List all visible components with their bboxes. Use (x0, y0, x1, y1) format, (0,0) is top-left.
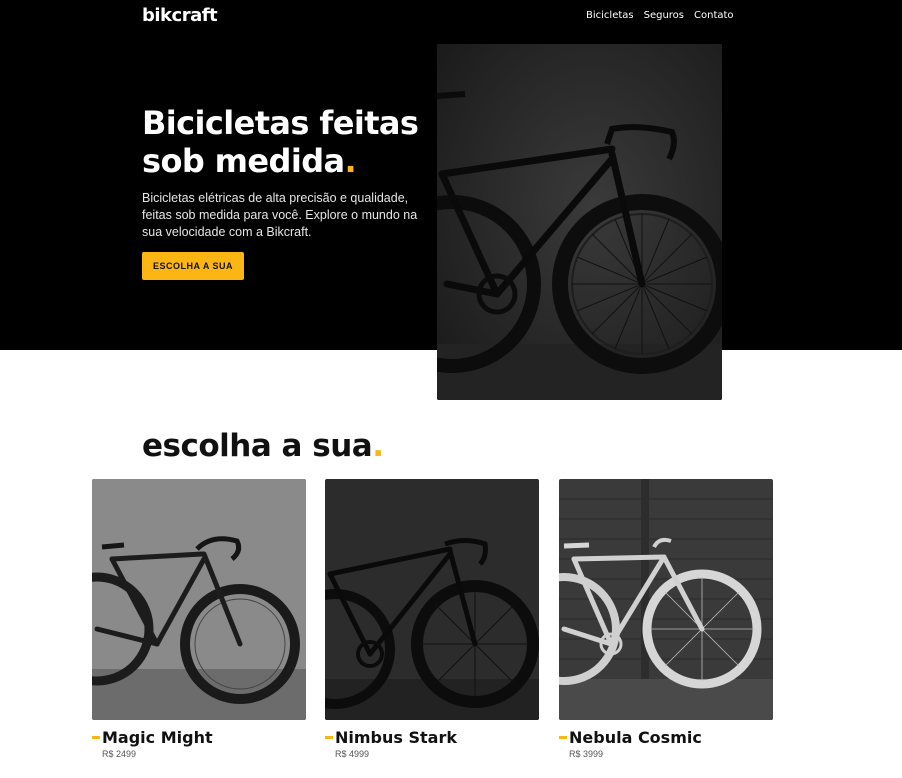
hero-title-text: Bicicletas feitas sob medida (142, 104, 419, 180)
main-nav: Bicicletas Seguros Contato (586, 10, 734, 21)
hero-title: Bicicletas feitas sob medida. (142, 104, 432, 180)
products-section-title: escolha a sua. (142, 428, 384, 464)
product-image[interactable] (559, 479, 773, 720)
product-image[interactable] (92, 479, 306, 720)
products-title-dot: . (372, 428, 384, 464)
product-image[interactable] (325, 479, 539, 720)
nav-link-bicicletas[interactable]: Bicicletas (586, 10, 634, 21)
nav-link-contato[interactable]: Contato (694, 10, 734, 21)
product-card-nimbus-stark[interactable]: Nimbus Stark R$ 4999 (325, 479, 539, 759)
hero-bike-image (437, 44, 722, 400)
product-card-magic-might[interactable]: Magic Might R$ 2499 (92, 479, 306, 759)
product-name[interactable]: Nimbus Stark (325, 728, 539, 747)
product-card-nebula-cosmic[interactable]: Nebula Cosmic R$ 3999 (559, 479, 773, 759)
product-price: R$ 3999 (569, 749, 604, 759)
products-title-text: escolha a sua (142, 428, 373, 464)
logo[interactable]: bikcraft (142, 5, 218, 26)
choose-bike-button[interactable]: ESCOLHA A SUA (142, 252, 244, 280)
product-name[interactable]: Nebula Cosmic (559, 728, 773, 747)
product-price: R$ 2499 (102, 749, 137, 759)
product-name[interactable]: Magic Might (92, 728, 306, 747)
nav-link-seguros[interactable]: Seguros (644, 10, 684, 21)
hero-title-dot: . (344, 142, 357, 180)
hero-description: Bicicletas elétricas de alta precisão e … (142, 191, 418, 239)
product-price: R$ 4999 (335, 749, 370, 759)
